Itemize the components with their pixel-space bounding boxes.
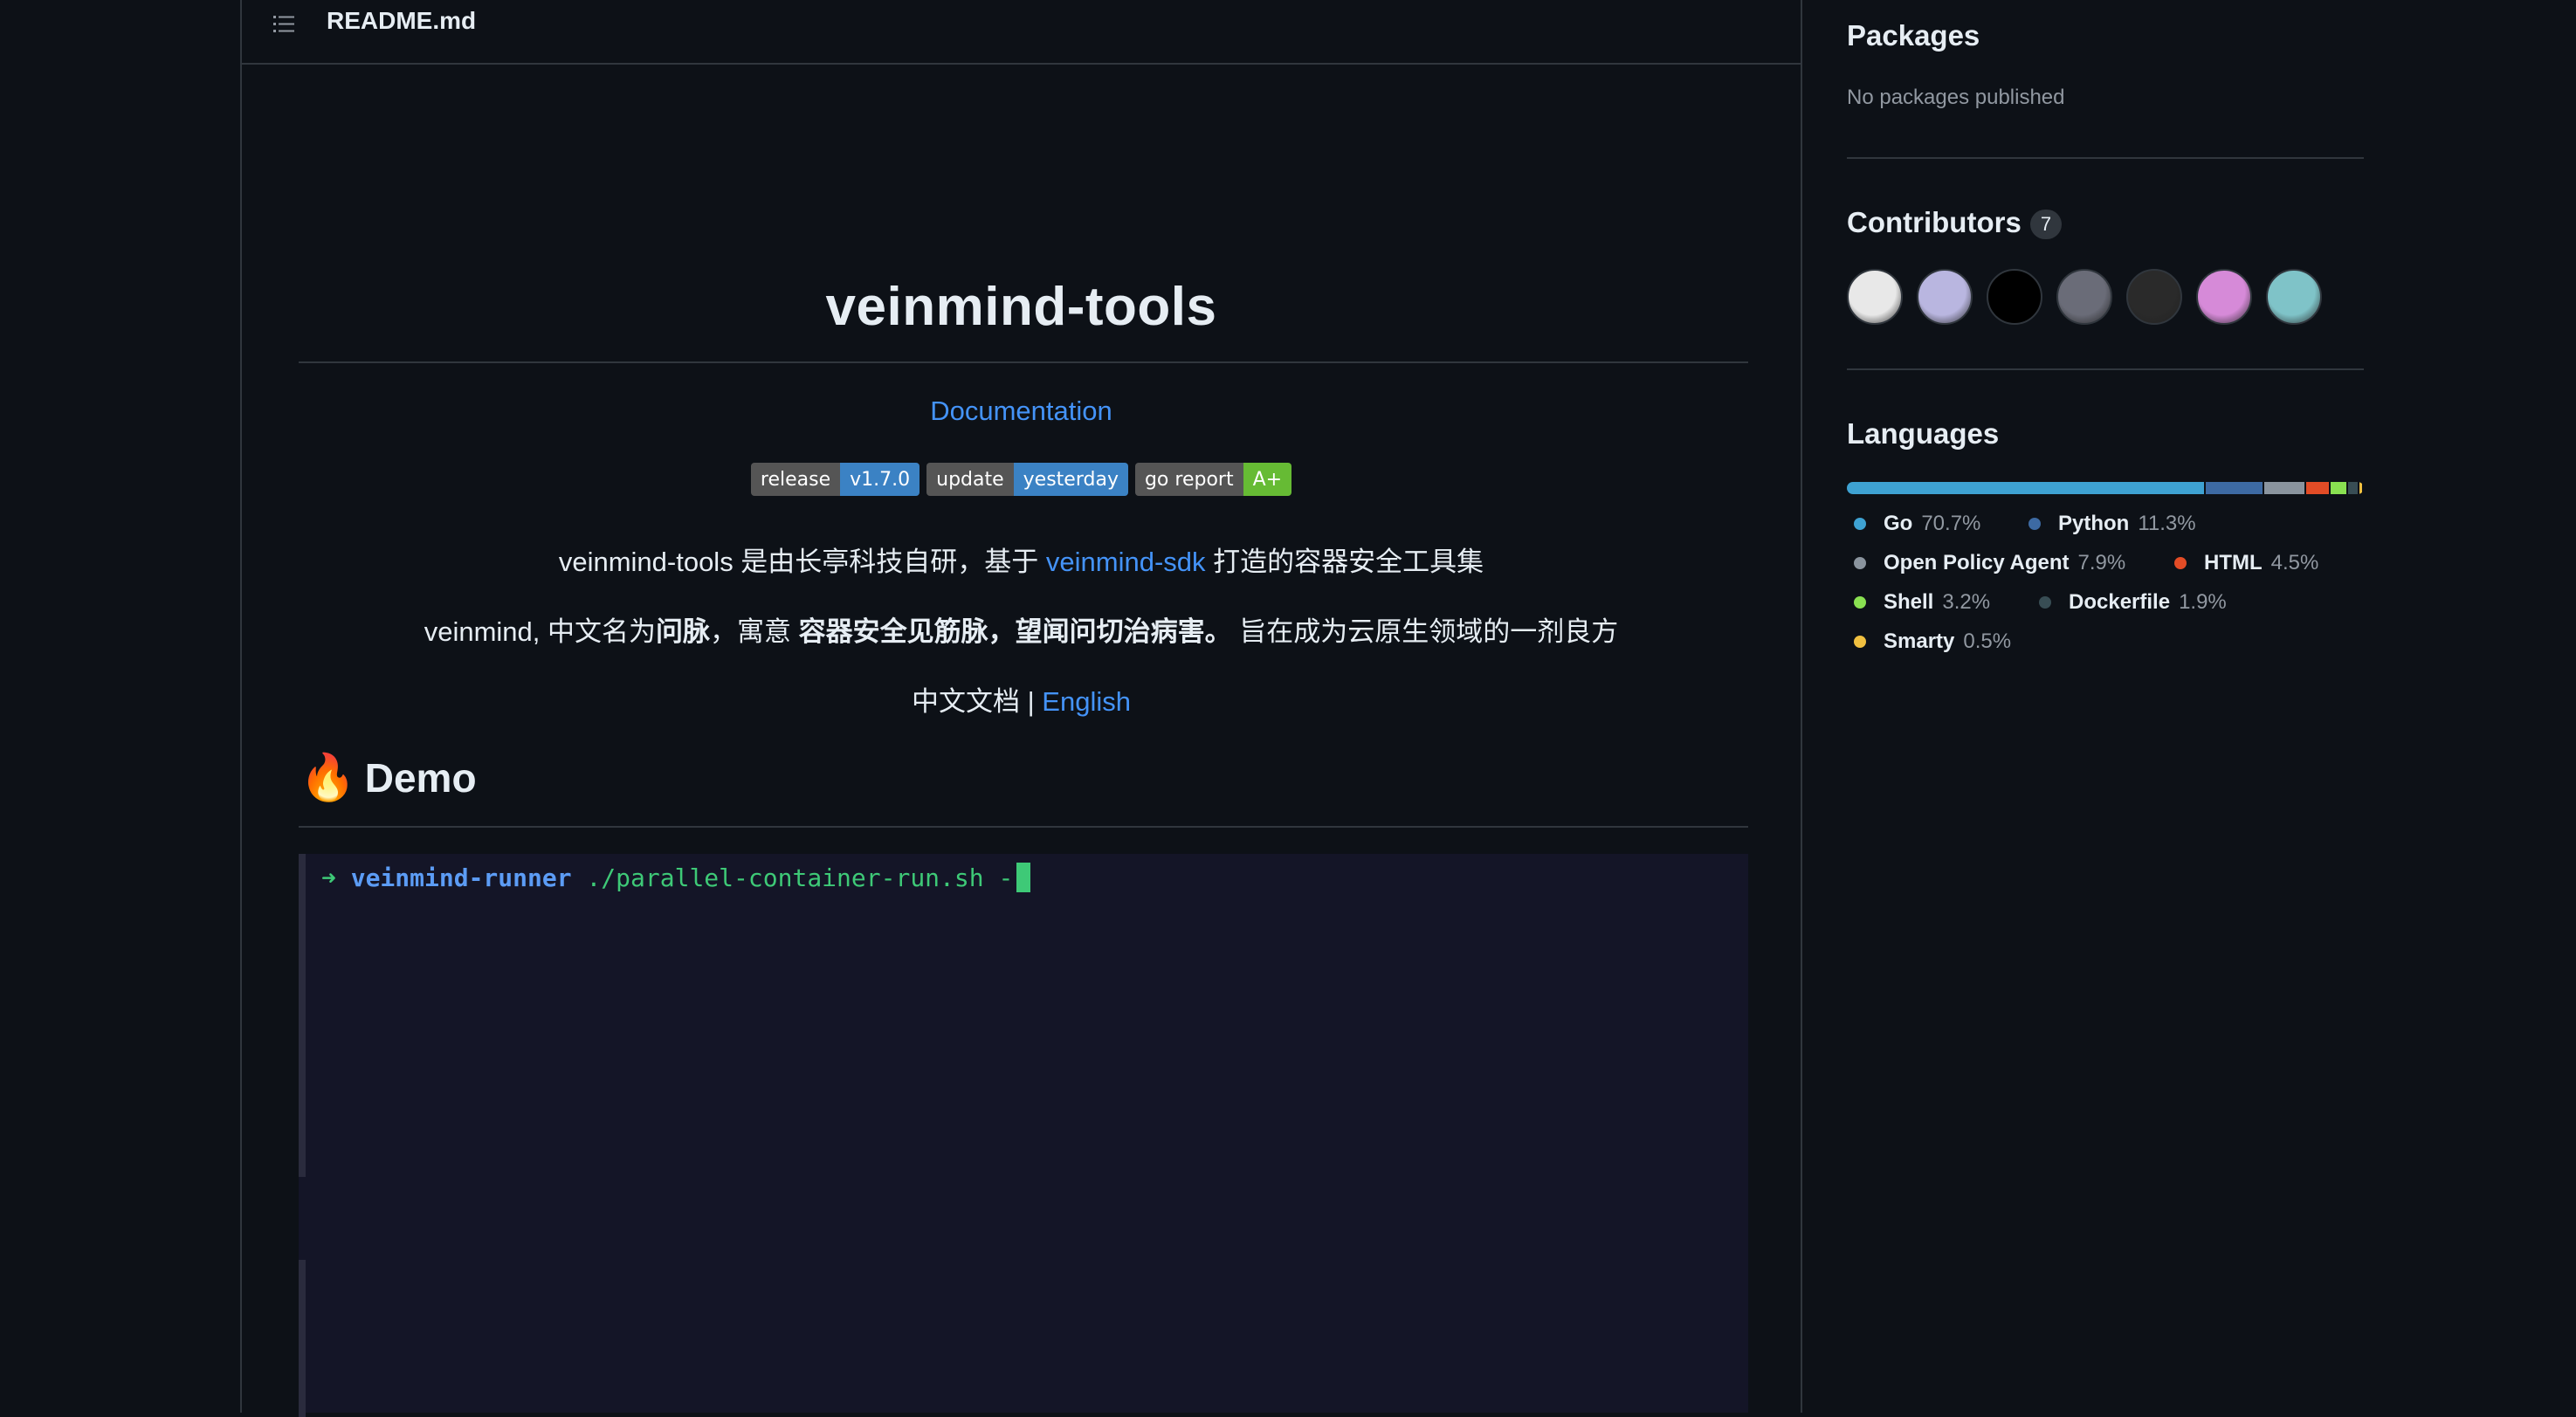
language-color-dot-icon: [2028, 518, 2041, 530]
language-percent: 11.3%: [2138, 512, 2196, 535]
packages-title[interactable]: Packages: [1847, 19, 1980, 52]
description-text: 旨在成为云原生领域的一剂良方: [1231, 616, 1619, 647]
language-percent: 70.7%: [1921, 512, 1981, 535]
language-color-dot-icon: [1854, 636, 1866, 648]
terminal-edge: [299, 854, 306, 1177]
list-icon[interactable]: [272, 12, 296, 37]
language-bar-segment: [2205, 482, 2263, 494]
intro-text: veinmind-tools 是由长亭科技自研，基于: [558, 547, 1046, 577]
contributor-avatar[interactable]: [2196, 269, 2252, 325]
description-bold: 问脉: [656, 616, 711, 647]
sidebar-divider: [1847, 157, 2364, 159]
badge-key: release: [750, 463, 841, 496]
language-item[interactable]: Python 11.3%: [2022, 512, 2196, 536]
badge-row: release v1.7.0 update yesterday go repor…: [242, 463, 1801, 496]
language-name: Open Policy Agent: [1884, 551, 2070, 574]
terminal-argument: ./parallel-container-run.sh -: [571, 863, 1014, 892]
chinese-doc-label: 中文文档 |: [912, 686, 1043, 717]
language-bar-segment: [2348, 482, 2359, 494]
language-percent: 1.9%: [2179, 590, 2227, 614]
documentation-link[interactable]: Documentation: [242, 396, 1801, 427]
language-percent: 3.2%: [1942, 590, 1991, 614]
language-item[interactable]: Open Policy Agent 7.9%: [1847, 551, 2125, 575]
badge-value: A+: [1243, 463, 1292, 496]
languages-bar: [1847, 482, 2364, 494]
repo-title: veinmind-tools: [825, 277, 1217, 337]
intro-line: veinmind-tools 是由长亭科技自研，基于 veinmind-sdk …: [242, 540, 1801, 579]
language-item[interactable]: Smarty 0.5%: [1847, 629, 2011, 654]
language-bar-segment: [2263, 482, 2304, 494]
release-badge[interactable]: release v1.7.0: [750, 463, 920, 496]
language-item[interactable]: Dockerfile 1.9%: [2032, 590, 2227, 615]
packages-empty-text: No packages published: [1847, 86, 2065, 109]
readme-panel: README.md veinmind-tools Documentation r…: [240, 0, 1802, 1417]
language-percent: 0.5%: [1963, 629, 2012, 653]
badge-value: yesterday: [1013, 463, 1128, 496]
language-name: Shell: [1884, 590, 1934, 614]
contributor-avatar[interactable]: [2056, 269, 2112, 325]
contributor-avatar[interactable]: [2126, 269, 2182, 325]
language-bar-segment: [1847, 482, 2204, 494]
contributor-avatar[interactable]: [1847, 269, 1903, 325]
english-link[interactable]: English: [1042, 686, 1131, 717]
language-item[interactable]: HTML 4.5%: [2167, 551, 2318, 575]
language-bar-segment: [2359, 482, 2362, 494]
terminal-demo: ➜ veinmind-runner ./parallel-container-r…: [299, 854, 1748, 1417]
contributor-avatar[interactable]: [1987, 269, 2042, 325]
language-name: Smarty: [1884, 629, 1955, 653]
language-percent: 4.5%: [2270, 551, 2319, 574]
contributors-avatars: [1847, 269, 2322, 325]
language-color-dot-icon: [1854, 596, 1866, 609]
description-line: veinmind, 中文名为问脉，寓意 容器安全见筋脉，望闻问切治病害。 旨在成…: [242, 609, 1801, 649]
description-bold: 容器安全见筋脉，望闻问切治病害。: [798, 616, 1232, 647]
language-name: Python: [2058, 512, 2130, 535]
language-name: HTML: [2204, 551, 2263, 574]
language-color-dot-icon: [2039, 596, 2051, 609]
terminal-cursor: [1016, 863, 1031, 892]
language-name: Go: [1884, 512, 1913, 535]
demo-heading-text: Demo: [364, 755, 477, 801]
description-text: veinmind, 中文名为: [424, 616, 657, 647]
badge-value: v1.7.0: [840, 463, 920, 496]
terminal-prompt-line: ➜ veinmind-runner ./parallel-container-r…: [321, 863, 1031, 892]
badge-key: go report: [1134, 463, 1243, 496]
contributor-avatar[interactable]: [1917, 269, 1973, 325]
language-bar-segment: [2330, 482, 2347, 494]
go-report-badge[interactable]: go report A+: [1134, 463, 1292, 496]
language-bar-segment: [2305, 482, 2329, 494]
demo-divider: [299, 826, 1748, 828]
languages-title: Languages: [1847, 417, 2000, 450]
update-badge[interactable]: update yesterday: [926, 463, 1128, 496]
terminal-command: veinmind-runner: [350, 863, 572, 892]
language-color-dot-icon: [2174, 557, 2187, 569]
language-name: Dockerfile: [2069, 590, 2171, 614]
description-text: ，寓意: [710, 616, 799, 647]
language-color-dot-icon: [1854, 557, 1866, 569]
contributor-avatar[interactable]: [2266, 269, 2322, 325]
contributors-title: Contributors 7: [1847, 206, 2063, 240]
terminal-edge: [299, 1260, 306, 1417]
language-item[interactable]: Go 70.7%: [1847, 512, 1980, 536]
demo-heading: 🔥 Demo: [300, 754, 477, 801]
badge-key: update: [926, 463, 1014, 496]
intro-text: 打造的容器安全工具集: [1205, 547, 1484, 577]
language-switch-line: 中文文档 | English: [242, 679, 1801, 719]
sidebar-divider: [1847, 368, 2364, 370]
contributors-title-text[interactable]: Contributors: [1847, 206, 2022, 238]
readme-filename[interactable]: README.md: [327, 7, 476, 35]
fire-icon: 🔥: [300, 753, 356, 803]
title-divider: [299, 361, 1748, 363]
contributors-count-badge: 7: [2029, 210, 2063, 240]
prompt-arrow-icon: ➜: [321, 863, 336, 892]
veinmind-sdk-link[interactable]: veinmind-sdk: [1046, 547, 1206, 577]
readme-header: README.md: [242, 0, 1801, 65]
language-color-dot-icon: [1854, 518, 1866, 530]
language-item[interactable]: Shell 3.2%: [1847, 590, 1990, 615]
language-percent: 7.9%: [2077, 551, 2126, 574]
